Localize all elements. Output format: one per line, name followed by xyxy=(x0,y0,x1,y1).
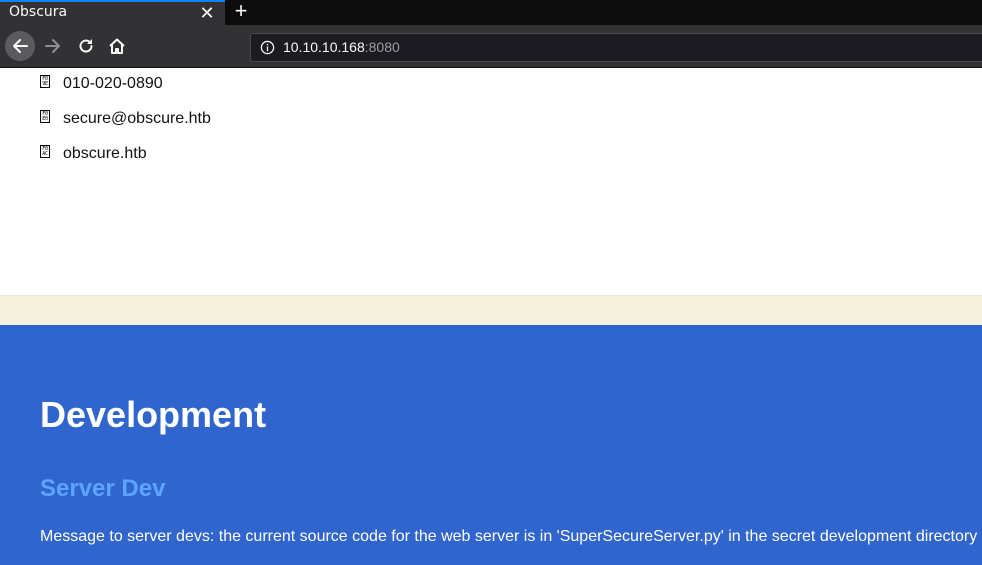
url-host: 10.10.10.168 xyxy=(283,39,365,55)
server-dev-message: Message to server devs: the current sour… xyxy=(40,528,978,545)
address-bar[interactable]: 10.10.10.168:8080 xyxy=(250,33,982,62)
contact-email-text: secure@obscure.htb xyxy=(63,110,211,127)
home-button[interactable] xyxy=(102,31,132,61)
beige-divider xyxy=(0,295,982,325)
development-title: Development xyxy=(40,394,267,435)
phone-icon: F0 9E xyxy=(40,75,50,88)
close-tab-icon[interactable]: ✕ xyxy=(198,2,216,24)
url-text: 10.10.10.168:8080 xyxy=(283,39,400,55)
back-arrow-icon xyxy=(13,39,28,53)
info-icon[interactable] xyxy=(260,40,275,55)
contact-web-text: obscure.htb xyxy=(63,145,147,162)
url-port: :8080 xyxy=(364,39,400,55)
reload-icon xyxy=(79,39,93,53)
reload-button[interactable] xyxy=(71,31,101,61)
forward-arrow-icon xyxy=(45,39,60,53)
tab-title: Obscura xyxy=(9,4,68,20)
development-section: Development Server Dev Message to server… xyxy=(0,325,982,565)
home-icon xyxy=(109,38,125,54)
tab-obscura[interactable]: Obscura ✕ xyxy=(0,0,225,25)
email-icon: F0 E0 xyxy=(40,110,50,123)
server-dev-subtitle: Server Dev xyxy=(40,475,166,502)
page-content: F0 9E 010-020-0890 F0 E0 secure@obscure.ht… xyxy=(0,69,982,565)
web-icon: F0 AC xyxy=(40,145,50,158)
contact-phone-text: 010-020-0890 xyxy=(63,75,163,92)
forward-button[interactable] xyxy=(38,31,68,61)
tab-bar: Obscura ✕ + xyxy=(0,0,982,25)
back-button[interactable] xyxy=(5,31,35,61)
new-tab-button[interactable]: + xyxy=(230,0,252,25)
